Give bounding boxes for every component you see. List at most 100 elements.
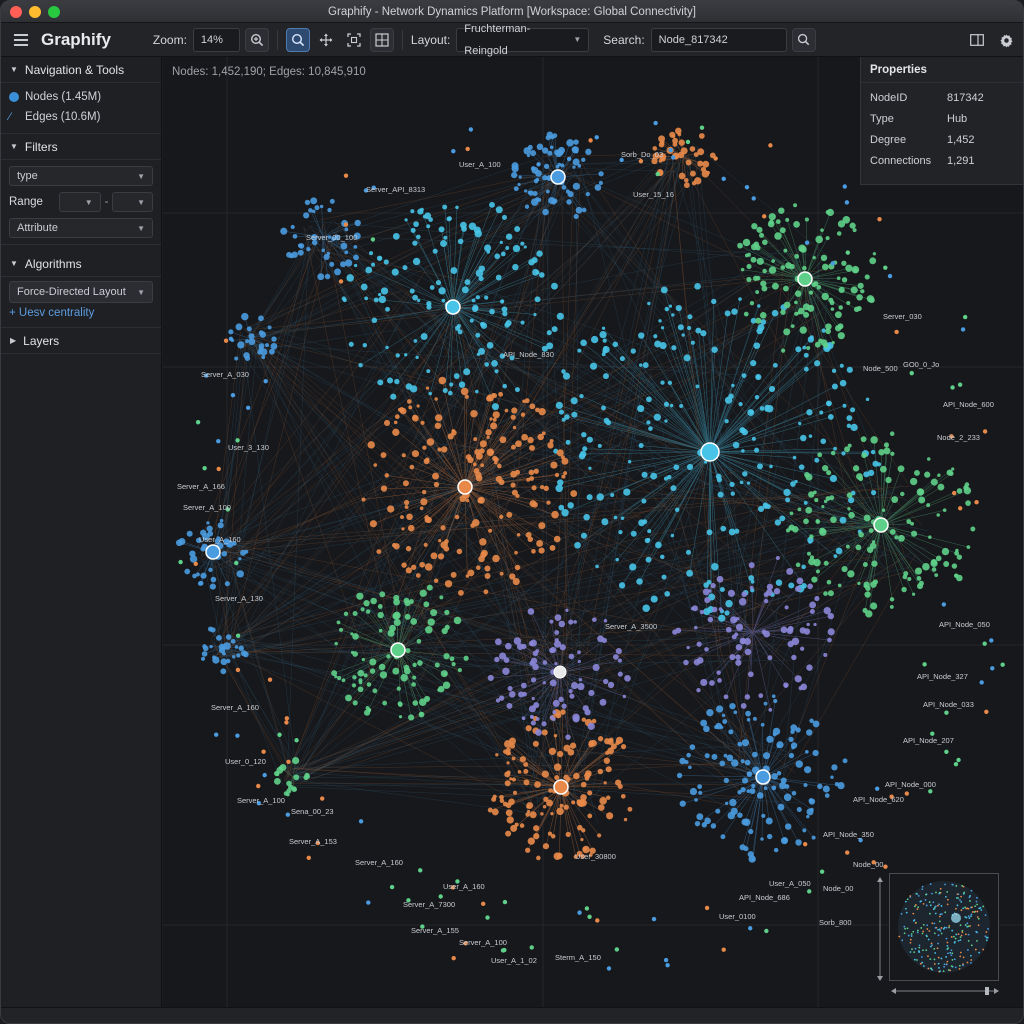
settings-button[interactable]: [994, 28, 1018, 52]
graph-node: [557, 750, 564, 758]
zoom-in-button[interactable]: [244, 27, 269, 52]
search-button[interactable]: [791, 27, 816, 52]
horizontal-scroll-slider[interactable]: [891, 987, 999, 995]
vertical-zoom-slider[interactable]: [876, 877, 884, 981]
graph-node: [741, 739, 750, 747]
minimap-node: [967, 925, 970, 928]
hub-node: [390, 642, 406, 658]
grid-button[interactable]: [369, 27, 394, 52]
graph-node: [715, 705, 724, 713]
range-max-select[interactable]: ▼: [112, 192, 153, 212]
graph-node: [850, 407, 856, 413]
algorithms-section-header[interactable]: ▼ Algorithms: [1, 251, 161, 277]
graph-node: [341, 296, 346, 301]
attribute-select[interactable]: Attribute ▼: [9, 218, 153, 238]
graph-node: [536, 162, 541, 167]
layout-select[interactable]: Fruchterman-Reingold ▼: [456, 23, 590, 57]
graph-node: [494, 656, 500, 663]
graph-node: [568, 689, 573, 694]
minimap-node: [941, 913, 943, 915]
graph-node: [823, 606, 831, 615]
type-select[interactable]: type ▼: [9, 166, 153, 186]
range-min-select[interactable]: ▼: [59, 192, 101, 212]
graph-node: [230, 392, 236, 398]
menu-icon[interactable]: [9, 28, 33, 52]
add-centrality-link[interactable]: + Uesv centrality: [9, 303, 153, 321]
node-label: API_Node_327: [917, 672, 968, 681]
graph-node: [700, 719, 708, 727]
graph-node: [336, 620, 341, 625]
minimap-node: [912, 912, 915, 915]
graph-node: [443, 653, 450, 660]
node-label: Sorb_Do_03: [621, 150, 663, 159]
graph-node: [369, 658, 377, 666]
graph-node: [784, 605, 789, 610]
graph-node: [510, 444, 516, 450]
graph-node: [898, 534, 905, 542]
graph-node: [578, 677, 583, 682]
graph-node: [841, 566, 848, 573]
graph-node: [775, 219, 781, 225]
graph-node: [902, 574, 908, 580]
graph-node: [667, 380, 673, 385]
graph-node: [694, 798, 698, 802]
graph-node: [700, 678, 708, 687]
algorithm-select[interactable]: Force-Directed Layout ▼: [9, 281, 153, 303]
graph-node: [606, 795, 611, 800]
graph-node: [525, 725, 532, 732]
minimap-node: [966, 961, 969, 964]
graph-node: [470, 410, 478, 418]
graph-node: [442, 388, 448, 394]
graph-node: [773, 698, 778, 704]
search-input[interactable]: Node_817342: [650, 27, 787, 52]
graph-node: [762, 239, 768, 246]
node-label: Server_A_155: [411, 926, 459, 935]
minimap-node: [927, 967, 930, 970]
graph-node: [897, 465, 905, 473]
graph-node: [989, 638, 994, 643]
type-select-value: type: [17, 170, 38, 182]
graph-node: [494, 253, 501, 260]
layers-section-header[interactable]: ▶ Layers: [1, 328, 161, 354]
graph-node: [392, 428, 400, 436]
graph-node: [419, 506, 424, 511]
graph-node: [502, 311, 508, 317]
graph-node: [822, 785, 830, 793]
graph-node: [505, 747, 511, 753]
graph-node: [661, 574, 667, 580]
minimap-node: [971, 906, 973, 909]
minimap-node: [970, 915, 972, 918]
network-graph[interactable]: Sorb_Do_03User_A_100Server_API_8313Serve…: [163, 57, 1024, 1007]
panel-toggle-button[interactable]: [965, 28, 989, 52]
graph-node: [428, 391, 432, 396]
graph-node: [729, 654, 736, 661]
graph-node: [473, 467, 480, 474]
graph-node: [369, 520, 377, 528]
nav-tools-title: Navigation & Tools: [24, 62, 125, 77]
fit-view-button[interactable]: [342, 28, 366, 52]
graph-node: [722, 719, 728, 724]
legend-edges[interactable]: ∕ Edges (10.6M): [9, 107, 153, 127]
graph-node: [512, 425, 517, 430]
graph-node: [853, 268, 858, 273]
zoom-input[interactable]: 14%: [192, 27, 240, 52]
graph-node: [284, 716, 290, 721]
pan-tool-button[interactable]: [314, 28, 338, 52]
graph-node: [805, 473, 813, 481]
graph-node: [723, 777, 729, 784]
graph-node: [781, 348, 786, 353]
graph-node: [741, 428, 749, 436]
graph-node: [725, 599, 733, 608]
nav-tools-section-header[interactable]: ▼ Navigation & Tools: [1, 57, 161, 83]
graph-node: [558, 620, 566, 628]
graph-node: [735, 654, 741, 660]
graph-node: [678, 172, 686, 180]
graph-node: [566, 156, 572, 162]
minimap[interactable]: [889, 873, 999, 981]
zoom-tool-button[interactable]: [285, 27, 310, 52]
graph-canvas[interactable]: Sorb_Do_03 User_A_100 Server_API_8313 Serve…: [163, 57, 1024, 1007]
legend-nodes[interactable]: Nodes (1.45M): [9, 87, 153, 107]
filters-section-header[interactable]: ▼ Filters: [1, 134, 161, 160]
minimap-node: [974, 948, 977, 951]
minimap-node: [945, 926, 948, 929]
